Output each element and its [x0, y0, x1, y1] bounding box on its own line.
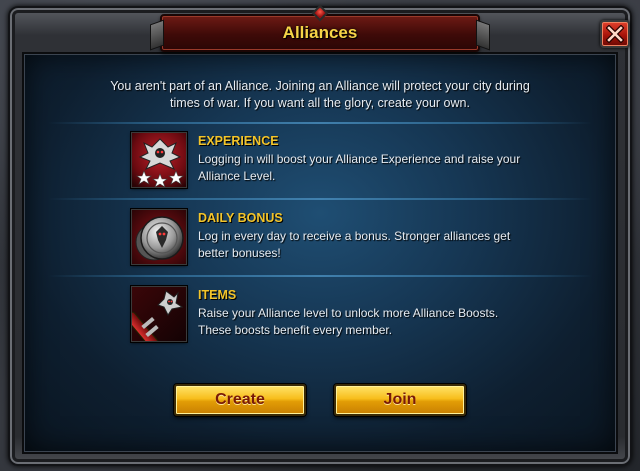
join-button[interactable]: Join — [334, 384, 466, 416]
close-icon — [606, 25, 624, 43]
feature-description: Raise your Alliance level to unlock more… — [198, 306, 499, 337]
feature-items: ITEMS Raise your Alliance level to unloc… — [131, 286, 531, 346]
feature-description: Log in every day to receive a bonus. Str… — [198, 229, 511, 260]
dialog-title: Alliances — [282, 23, 358, 42]
title-bar: Alliances — [160, 4, 480, 52]
feature-daily-bonus: DAILY BONUS Log in every day to receive … — [131, 209, 531, 269]
intro-text: You aren't part of an Alliance. Joining … — [110, 79, 530, 110]
close-button[interactable] — [600, 20, 630, 48]
items-icon — [131, 286, 187, 342]
feature-experience: EXPERIENCE Logging in will boost your Al… — [131, 132, 531, 192]
feature-label: DAILY BONUS — [198, 211, 283, 225]
create-button[interactable]: Create — [174, 384, 306, 416]
feature-label: ITEMS — [198, 288, 237, 302]
divider — [48, 198, 592, 200]
divider — [48, 275, 592, 277]
join-button-label: Join — [383, 391, 417, 408]
daily-bonus-icon — [131, 209, 187, 265]
create-button-label: Create — [215, 391, 265, 408]
top-divider — [48, 122, 592, 124]
feature-description: Logging in will boost your Alliance Expe… — [198, 152, 521, 183]
feature-label: EXPERIENCE — [198, 134, 279, 148]
experience-icon — [131, 132, 187, 188]
